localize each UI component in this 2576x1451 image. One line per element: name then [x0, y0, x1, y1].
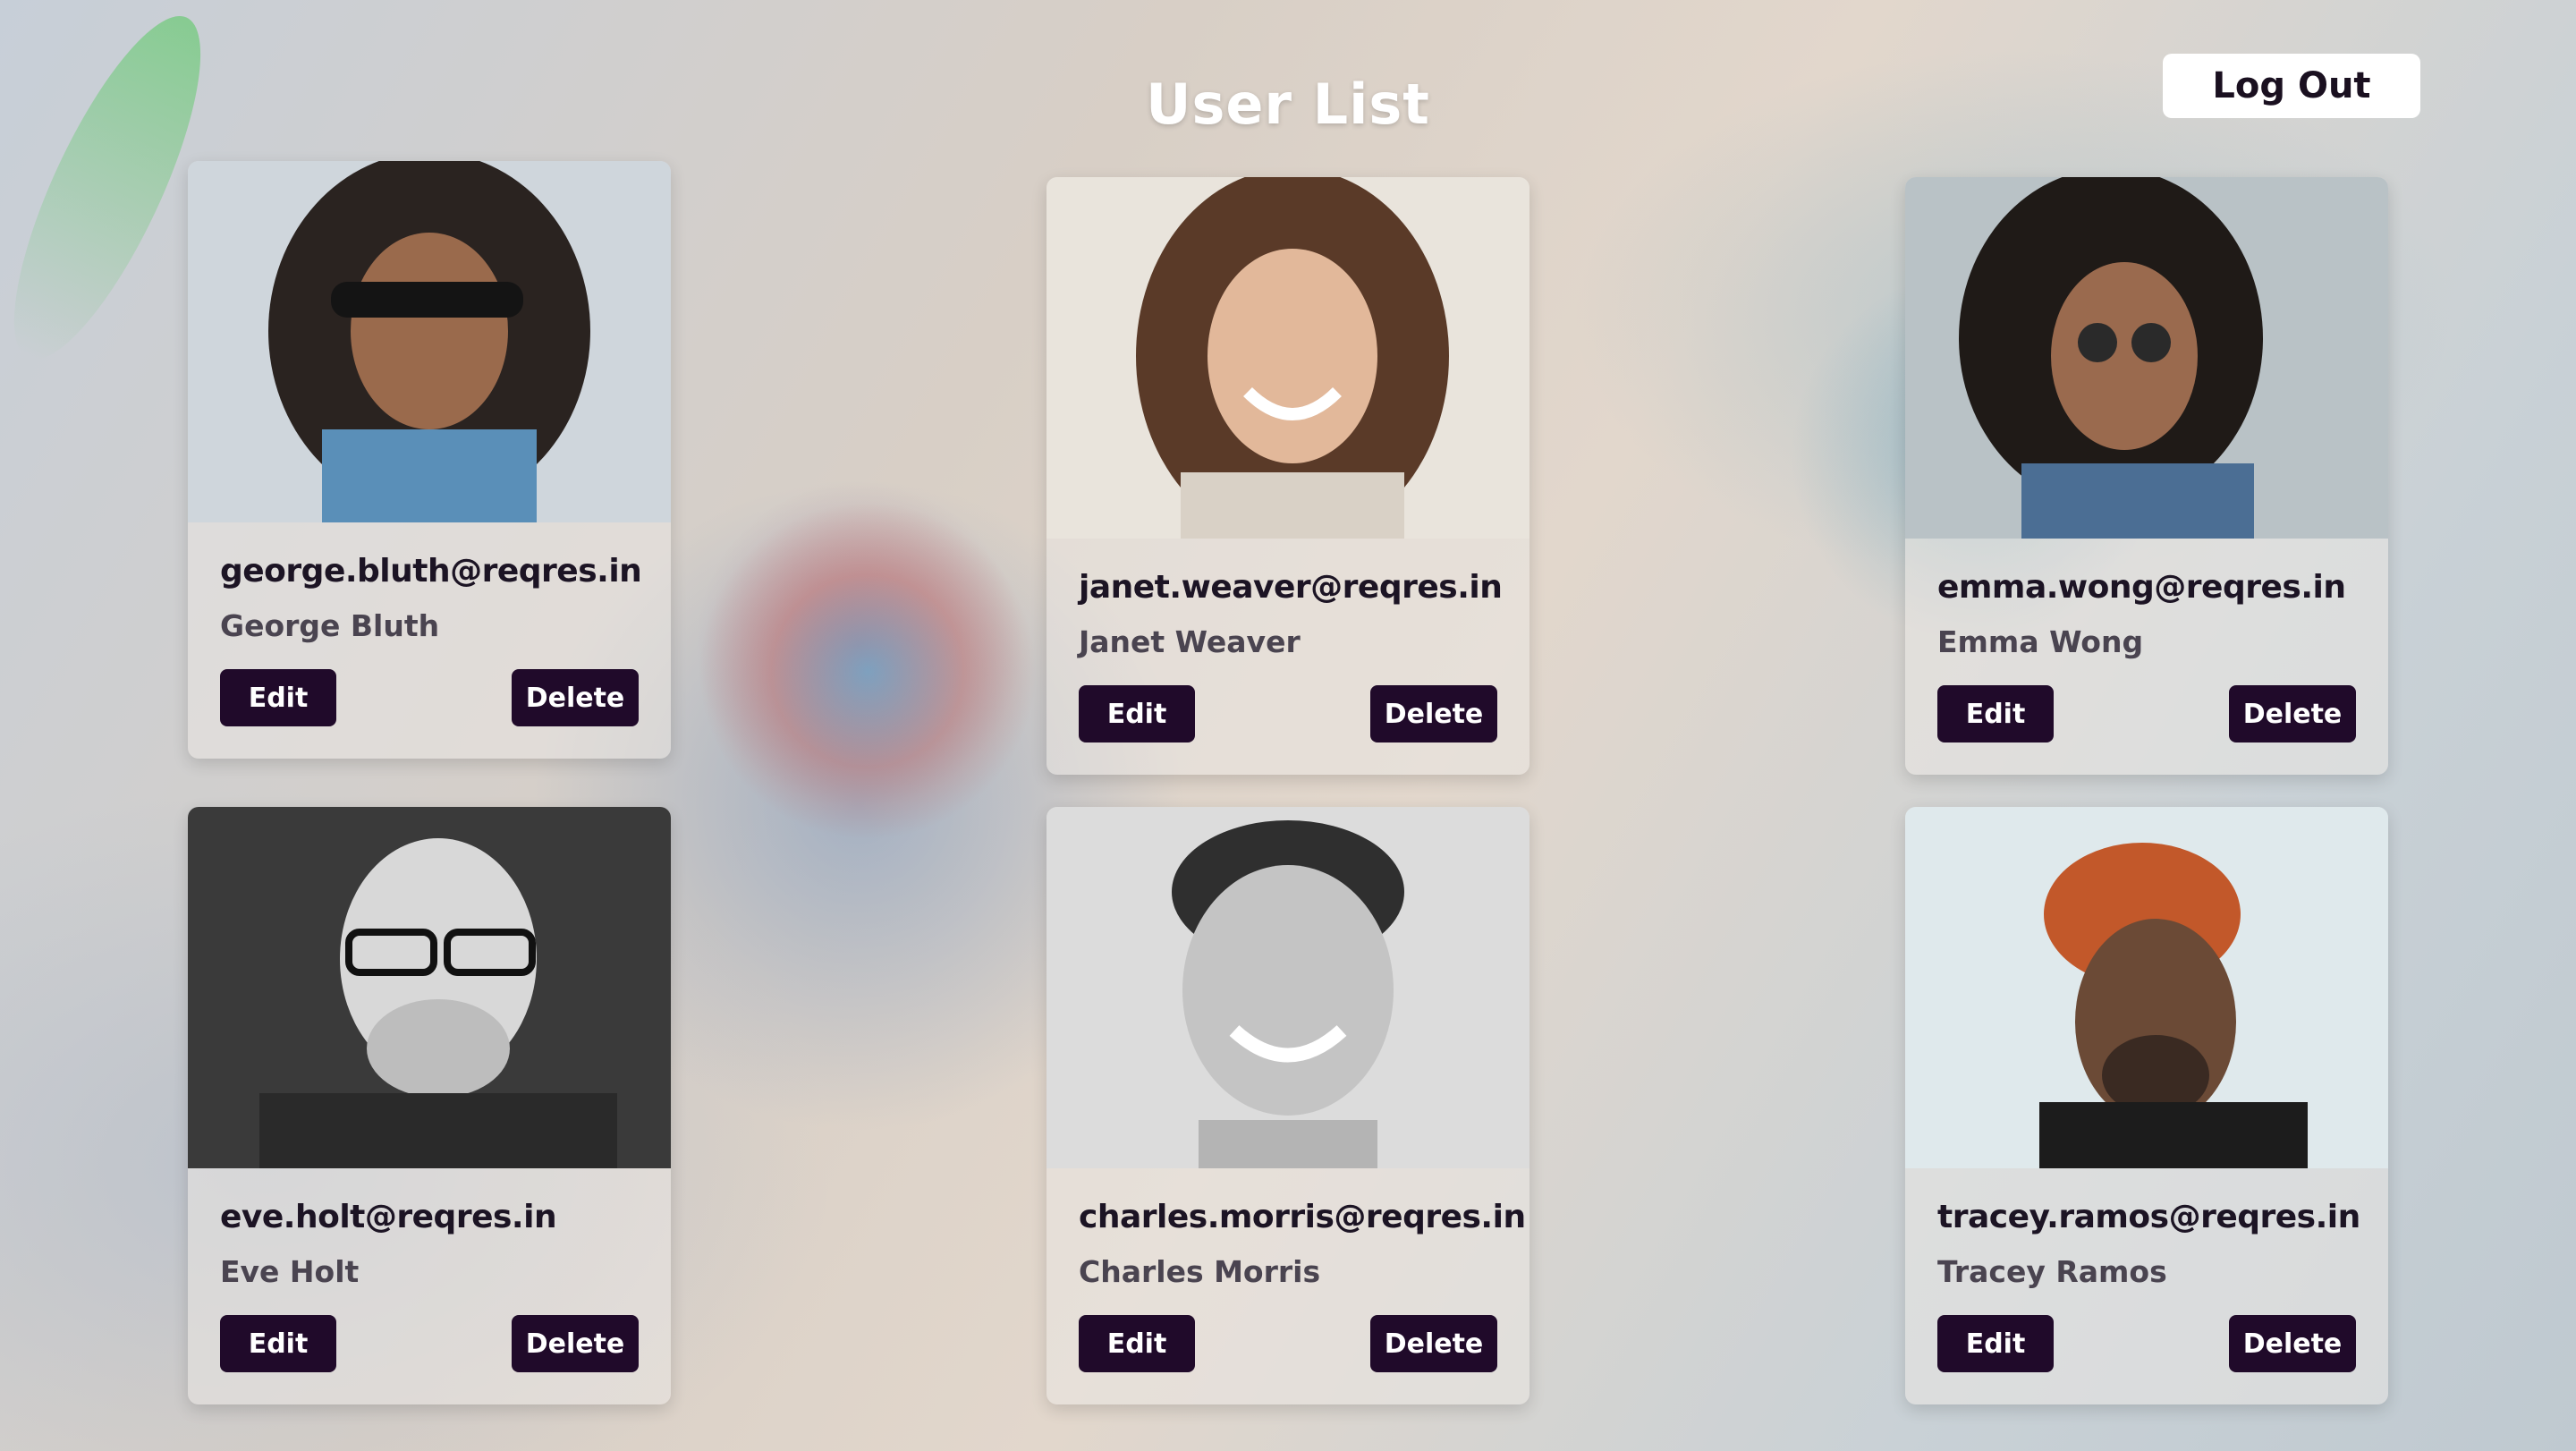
background-art: [698, 501, 1038, 841]
user-name: Tracey Ramos: [1937, 1254, 2167, 1289]
delete-button[interactable]: Delete: [512, 669, 639, 726]
logout-button[interactable]: Log Out: [2163, 54, 2420, 118]
user-email: charles.morris@reqres.in: [1079, 1199, 1526, 1235]
user-email: george.bluth@reqres.in: [220, 553, 642, 590]
user-card: janet.weaver@reqres.in Janet Weaver Edit…: [1046, 177, 1530, 775]
user-name: Emma Wong: [1937, 624, 2144, 659]
delete-button[interactable]: Delete: [2229, 1315, 2356, 1372]
edit-button[interactable]: Edit: [1937, 1315, 2054, 1372]
user-email: eve.holt@reqres.in: [220, 1199, 557, 1235]
delete-button[interactable]: Delete: [1370, 1315, 1497, 1372]
user-card: charles.morris@reqres.in Charles Morris …: [1046, 807, 1530, 1404]
edit-button[interactable]: Edit: [1937, 685, 2054, 742]
user-card: george.bluth@reqres.in George Bluth Edit…: [188, 161, 671, 759]
user-photo: [1046, 177, 1530, 539]
user-photo: [1046, 807, 1530, 1168]
user-name: George Bluth: [220, 608, 440, 643]
user-photo: [1905, 177, 2388, 539]
edit-button[interactable]: Edit: [220, 1315, 336, 1372]
user-card: emma.wong@reqres.in Emma Wong Edit Delet…: [1905, 177, 2388, 775]
delete-button[interactable]: Delete: [1370, 685, 1497, 742]
edit-button[interactable]: Edit: [1079, 685, 1195, 742]
user-email: tracey.ramos@reqres.in: [1937, 1199, 2360, 1235]
user-name: Eve Holt: [220, 1254, 360, 1289]
user-photo: [188, 807, 671, 1168]
delete-button[interactable]: Delete: [2229, 685, 2356, 742]
user-photo: [1905, 807, 2388, 1168]
edit-button[interactable]: Edit: [1079, 1315, 1195, 1372]
user-email: emma.wong@reqres.in: [1937, 569, 2346, 606]
user-card: tracey.ramos@reqres.in Tracey Ramos Edit…: [1905, 807, 2388, 1404]
user-photo: [188, 161, 671, 522]
delete-button[interactable]: Delete: [512, 1315, 639, 1372]
edit-button[interactable]: Edit: [220, 669, 336, 726]
user-email: janet.weaver@reqres.in: [1079, 569, 1503, 606]
user-name: Janet Weaver: [1079, 624, 1301, 659]
user-name: Charles Morris: [1079, 1254, 1321, 1289]
user-card: eve.holt@reqres.in Eve Holt Edit Delete: [188, 807, 671, 1404]
